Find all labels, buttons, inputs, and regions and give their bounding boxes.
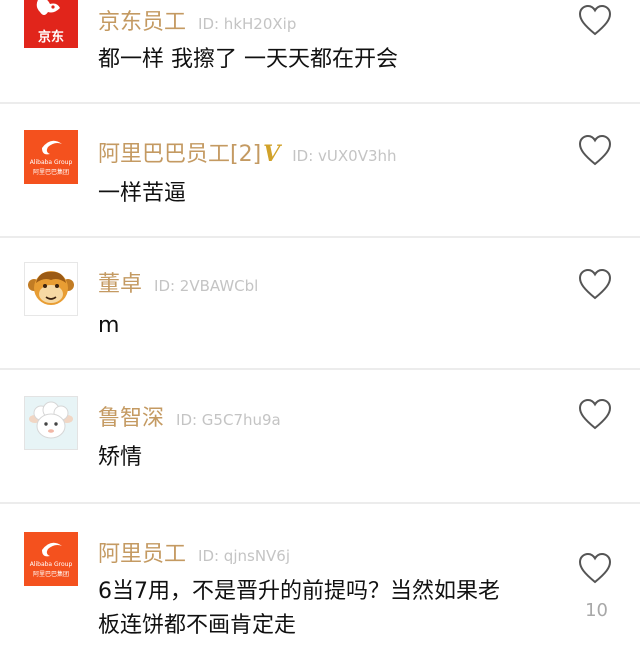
comment-item: 京东 京东员工 ID: hkH20Xip 都一样 我擦了 一天天都在开会 xyxy=(0,0,640,104)
avatar[interactable] xyxy=(24,262,78,316)
avatar[interactable]: Alibaba Group 阿里巴巴集团 xyxy=(24,130,78,184)
username[interactable]: 京东员工 xyxy=(98,4,186,36)
avatar[interactable]: 京东 xyxy=(24,0,78,48)
avatar[interactable]: Alibaba Group 阿里巴巴集团 xyxy=(24,532,78,586)
monkey-icon xyxy=(28,271,74,305)
user-id: ID: 2VBAWCbl xyxy=(154,277,259,295)
heart-icon[interactable] xyxy=(578,268,612,300)
username[interactable]: 阿里员工 xyxy=(98,536,186,568)
user-id: ID: G5C7hu9a xyxy=(176,411,281,429)
sheep-icon xyxy=(29,401,73,439)
heart-icon[interactable] xyxy=(578,552,612,584)
avatar-label: Alibaba Group xyxy=(29,159,73,166)
comment-item: Alibaba Group 阿里巴巴集团 阿里巴巴员工[2] V ID: vUX… xyxy=(0,104,640,238)
heart-icon[interactable] xyxy=(578,4,612,36)
comment-text: 一样苦逼 xyxy=(98,181,187,206)
comment-text: m xyxy=(98,313,120,338)
heart-icon[interactable] xyxy=(578,134,612,166)
comment-text-line: 6当7用，不是晋升的前提吗？当然如果老 xyxy=(98,579,500,604)
comment-feed: 京东 京东员工 ID: hkH20Xip 都一样 我擦了 一天天都在开会 Ali… xyxy=(0,0,640,663)
username[interactable]: 董卓 xyxy=(98,266,142,298)
comment-text: 都一样 我擦了 一天天都在开会 xyxy=(98,47,398,72)
avatar[interactable] xyxy=(24,396,78,450)
comment-item: 鲁智深 ID: G5C7hu9a 矫情 xyxy=(0,370,640,504)
user-id: ID: hkH20Xip xyxy=(198,15,297,33)
heart-icon[interactable] xyxy=(578,398,612,430)
comment-text: 矫情 xyxy=(98,445,143,470)
username[interactable]: 鲁智深 xyxy=(98,400,164,432)
like-count: 10 xyxy=(585,600,608,621)
avatar-label: 京东 xyxy=(37,30,64,45)
avatar-sublabel: 阿里巴巴集团 xyxy=(32,169,69,176)
comment-text-line: 板连饼都不画肯定走 xyxy=(98,613,297,638)
avatar-label: Alibaba Group xyxy=(29,561,73,568)
username[interactable]: 阿里巴巴员工[2] xyxy=(98,136,261,168)
user-id: ID: qjnsNV6j xyxy=(198,547,291,565)
vip-badge: V xyxy=(263,141,281,167)
avatar-sublabel: 阿里巴巴集团 xyxy=(32,571,69,578)
comment-item: Alibaba Group 阿里巴巴集团 阿里员工 ID: qjnsNV6j 6… xyxy=(0,504,640,663)
user-id: ID: vUX0V3hh xyxy=(292,147,397,165)
comment-item: 董卓 ID: 2VBAWCbl m xyxy=(0,238,640,370)
